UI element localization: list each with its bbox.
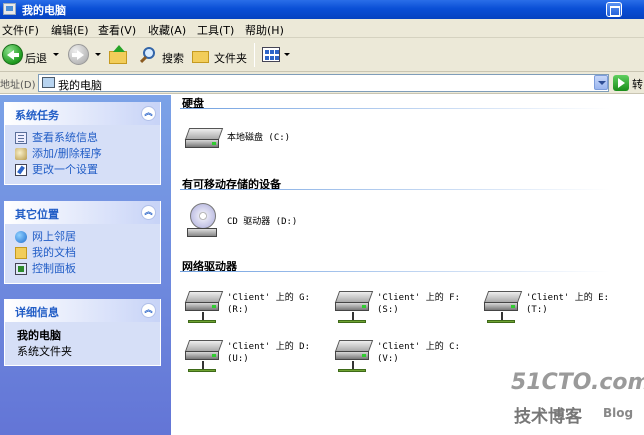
forward-dropdown-icon[interactable] — [95, 53, 101, 56]
details-name: 我的电脑 — [17, 329, 61, 342]
link-network-places[interactable]: 网上邻居 — [15, 229, 160, 245]
menu-edit[interactable]: 编辑(E) — [51, 22, 89, 38]
up-folder-button[interactable] — [108, 45, 128, 65]
system-info-icon — [15, 132, 27, 144]
add-remove-icon — [15, 148, 27, 160]
address-dropdown-button[interactable] — [594, 75, 608, 90]
drive-label[interactable]: CD 驱动器 (D:) — [227, 217, 297, 228]
control-settings-icon — [15, 164, 27, 176]
details-type: 系统文件夹 — [17, 345, 72, 358]
back-label[interactable]: 后退 — [25, 50, 47, 66]
watermark-blog-cn: 技术博客 — [514, 407, 582, 427]
menu-tools[interactable]: 工具(T) — [197, 22, 234, 38]
cd-drive-icon — [187, 228, 217, 237]
drive-label-line1[interactable]: 'Client' 上的 C: — [377, 342, 460, 353]
drive-label-line2[interactable]: (S:) — [377, 305, 399, 316]
content-pane: 硬盘 本地磁盘 (C:) 有可移动存储的设备 CD 驱动器 (D:) 网络驱动器… — [171, 95, 644, 435]
address-bar: 地址(D) 我的电脑 转 — [0, 72, 644, 94]
drive-label[interactable]: 本地磁盘 (C:) — [227, 133, 290, 144]
menu-help[interactable]: 帮助(H) — [245, 22, 284, 38]
views-icon[interactable] — [262, 47, 280, 62]
drive-label-line2[interactable]: (V:) — [377, 354, 399, 365]
address-input[interactable]: 我的电脑 — [38, 74, 609, 92]
folders-button[interactable]: 文件夹 — [214, 50, 247, 66]
folders-icon[interactable] — [192, 47, 210, 63]
menu-view[interactable]: 查看(V) — [98, 22, 136, 38]
group-divider — [180, 271, 610, 272]
control-panel-icon — [15, 263, 27, 275]
up-arrow-icon — [113, 45, 125, 52]
system-tasks-header[interactable]: 系统任务 ︽ — [5, 102, 160, 125]
details-header[interactable]: 详细信息 ︽ — [5, 299, 160, 322]
network-drive-icon — [334, 340, 375, 362]
task-view-system-info[interactable]: 查看系统信息 — [15, 130, 160, 146]
system-tasks-title[interactable]: 系统任务 — [15, 107, 59, 123]
collapse-chevron-icon[interactable]: ︽ — [141, 205, 156, 220]
go-button[interactable]: 转 — [632, 76, 643, 92]
system-tasks-panel: 系统任务 ︽ 查看系统信息 添加/删除程序 更改一个设置 — [4, 102, 161, 185]
task-change-setting[interactable]: 更改一个设置 — [15, 162, 160, 178]
drive-label-line2[interactable]: (T:) — [526, 305, 548, 316]
search-button[interactable]: 搜索 — [162, 50, 184, 66]
details-panel: 详细信息 ︽ 我的电脑 系统文件夹 — [4, 299, 161, 366]
window-title: 我的电脑 — [22, 4, 66, 17]
drive-label-line1[interactable]: 'Client' 上的 E: — [526, 293, 609, 304]
network-drive-icon — [184, 340, 225, 362]
drive-label-line2[interactable]: (U:) — [227, 354, 249, 365]
go-arrow-icon[interactable] — [613, 75, 629, 91]
other-places-header[interactable]: 其它位置 ︽ — [5, 201, 160, 224]
views-dropdown-icon[interactable] — [284, 53, 290, 56]
folder-icon — [109, 51, 127, 64]
drive-label-line1[interactable]: 'Client' 上的 G: — [227, 293, 310, 304]
my-computer-icon — [3, 3, 16, 15]
my-documents-icon — [15, 247, 27, 259]
address-label: 地址(D) — [0, 80, 36, 91]
toolbar-separator — [254, 43, 255, 67]
forward-button[interactable] — [68, 44, 89, 65]
address-value[interactable]: 我的电脑 — [58, 77, 102, 93]
network-places-icon — [15, 231, 27, 243]
back-dropdown-icon[interactable] — [53, 53, 59, 56]
collapse-chevron-icon[interactable]: ︽ — [141, 303, 156, 318]
hard-disk-icon — [184, 128, 225, 150]
toolbar: 后退 搜索 文件夹 — [0, 38, 644, 72]
search-icon[interactable] — [139, 46, 158, 64]
details-title[interactable]: 详细信息 — [15, 304, 59, 320]
back-button[interactable] — [2, 44, 23, 65]
back-arrow-icon — [7, 50, 19, 60]
menu-file[interactable]: 文件(F) — [2, 22, 39, 38]
network-drive-icon — [483, 291, 524, 313]
network-drive-icon — [334, 291, 375, 313]
watermark-blog: Blog — [603, 406, 634, 420]
cd-disc-icon — [190, 203, 216, 229]
forward-arrow-icon — [72, 50, 84, 60]
drive-label-line1[interactable]: 'Client' 上的 D: — [227, 342, 310, 353]
group-divider — [180, 108, 610, 109]
my-computer-icon — [42, 77, 55, 88]
drive-label-line1[interactable]: 'Client' 上的 F: — [377, 293, 460, 304]
title-bar: 我的电脑 — [0, 0, 644, 19]
collapse-chevron-icon[interactable]: ︽ — [141, 106, 156, 121]
group-divider — [180, 189, 610, 190]
maximize-button[interactable] — [606, 2, 622, 17]
link-my-documents[interactable]: 我的文档 — [15, 245, 160, 261]
network-drive-icon — [184, 291, 225, 313]
task-pane: 系统任务 ︽ 查看系统信息 添加/删除程序 更改一个设置 其它位置 ︽ 网上邻居… — [0, 95, 171, 435]
task-add-remove-programs[interactable]: 添加/删除程序 — [15, 146, 160, 162]
other-places-title[interactable]: 其它位置 — [15, 206, 59, 222]
other-places-panel: 其它位置 ︽ 网上邻居 我的文档 控制面板 — [4, 201, 161, 284]
menu-bar: 文件(F) 编辑(E) 查看(V) 收藏(A) 工具(T) 帮助(H) — [0, 19, 644, 38]
drive-label-line2[interactable]: (R:) — [227, 305, 249, 316]
menu-favorites[interactable]: 收藏(A) — [148, 22, 186, 38]
link-control-panel[interactable]: 控制面板 — [15, 261, 160, 277]
watermark-site: 51CTO.com — [511, 370, 644, 395]
